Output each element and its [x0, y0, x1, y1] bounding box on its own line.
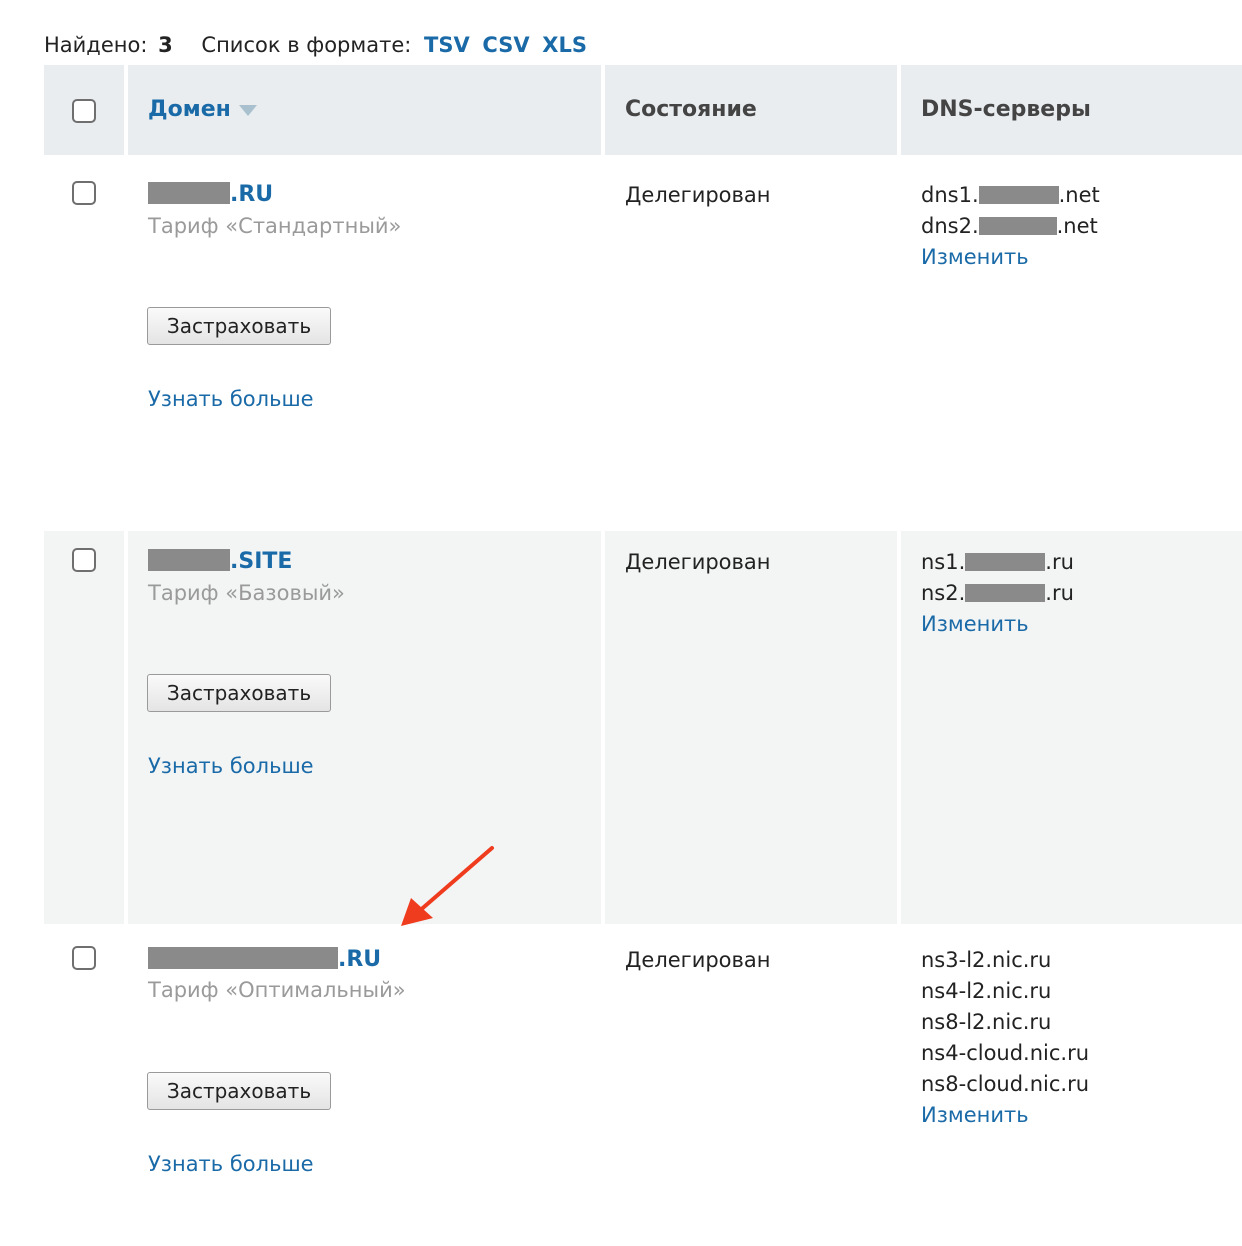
export-xls-link[interactable]: XLS	[542, 33, 587, 57]
header-dns-label: DNS-серверы	[921, 97, 1091, 122]
dns-server: ns4-l2.nic.ru	[921, 979, 1052, 1003]
dns-server: dns2. .net	[921, 214, 1098, 238]
tariff-label: Тариф «Оптимальный»	[148, 978, 406, 1002]
row-2-bg-select	[44, 531, 124, 924]
format-label: Список в формате:	[201, 33, 412, 57]
status-text: Делегирован	[625, 948, 771, 972]
redacted-block	[978, 217, 1057, 235]
row-checkbox[interactable]	[72, 946, 96, 970]
found-label: Найдено:	[44, 33, 148, 57]
redacted-block	[148, 947, 338, 969]
dns-server: ns8-l2.nic.ru	[921, 1010, 1052, 1034]
dns-list: ns3-l2.nic.ru ns4-l2.nic.ru ns8-l2.nic.r…	[921, 945, 1089, 1131]
dns-server: ns2. .ru	[921, 581, 1074, 605]
dns-list: dns1. .net dns2. .net Изменить	[921, 180, 1100, 273]
export-tsv-link[interactable]: TSV	[424, 33, 470, 57]
tariff-label: Тариф «Стандартный»	[148, 214, 402, 238]
select-all-checkbox[interactable]	[72, 99, 96, 123]
learn-more-link[interactable]: Узнать больше	[148, 1152, 314, 1176]
learn-more-link[interactable]: Узнать больше	[148, 754, 314, 778]
status-text: Делегирован	[625, 183, 771, 207]
dns-server: ns3-l2.nic.ru	[921, 948, 1052, 972]
domain-link[interactable]: .RU	[148, 947, 381, 973]
annotation-arrow-icon	[401, 846, 494, 926]
header-domain-label: Домен	[148, 97, 231, 122]
header-state-cell: Состояние	[605, 65, 897, 155]
insure-button[interactable]: Застраховать	[147, 307, 331, 345]
domain-link[interactable]: .RU	[148, 182, 273, 208]
header-dns-cell: DNS-серверы	[901, 65, 1242, 155]
found-count: 3	[158, 33, 173, 57]
domain-link[interactable]: .SITE	[148, 549, 292, 575]
insure-button[interactable]: Застраховать	[147, 674, 331, 712]
redacted-block	[978, 186, 1059, 204]
tariff-label: Тариф «Базовый»	[148, 581, 345, 605]
redacted-block	[148, 182, 230, 204]
dns-server: dns1. .net	[921, 183, 1100, 207]
header-state-label: Состояние	[625, 97, 757, 122]
row-checkbox[interactable]	[72, 548, 96, 572]
row-checkbox[interactable]	[72, 181, 96, 205]
export-csv-link[interactable]: CSV	[482, 33, 529, 57]
redacted-block	[965, 553, 1046, 571]
change-dns-link[interactable]: Изменить	[921, 242, 1100, 273]
dns-server: ns1. .ru	[921, 550, 1074, 574]
status-text: Делегирован	[625, 550, 771, 574]
learn-more-link[interactable]: Узнать больше	[148, 387, 314, 411]
results-summary: Найдено: 3 Список в формате: TSV CSV XLS	[44, 28, 587, 64]
change-dns-link[interactable]: Изменить	[921, 609, 1074, 640]
dns-server: ns4-cloud.nic.ru	[921, 1041, 1090, 1065]
insure-button[interactable]: Застраховать	[147, 1072, 331, 1110]
dns-list: ns1. .ru ns2. .ru Изменить	[921, 547, 1074, 640]
sort-desc-icon	[238, 104, 257, 116]
header-domain-cell: Домен	[128, 65, 601, 155]
redacted-block	[965, 584, 1046, 602]
row-2-bg-state	[605, 531, 897, 924]
redacted-block	[148, 549, 230, 571]
sort-by-domain[interactable]: Домен	[148, 97, 257, 122]
dns-server: ns8-cloud.nic.ru	[921, 1072, 1090, 1096]
header-select-cell	[44, 65, 124, 155]
change-dns-link[interactable]: Изменить	[921, 1100, 1089, 1131]
